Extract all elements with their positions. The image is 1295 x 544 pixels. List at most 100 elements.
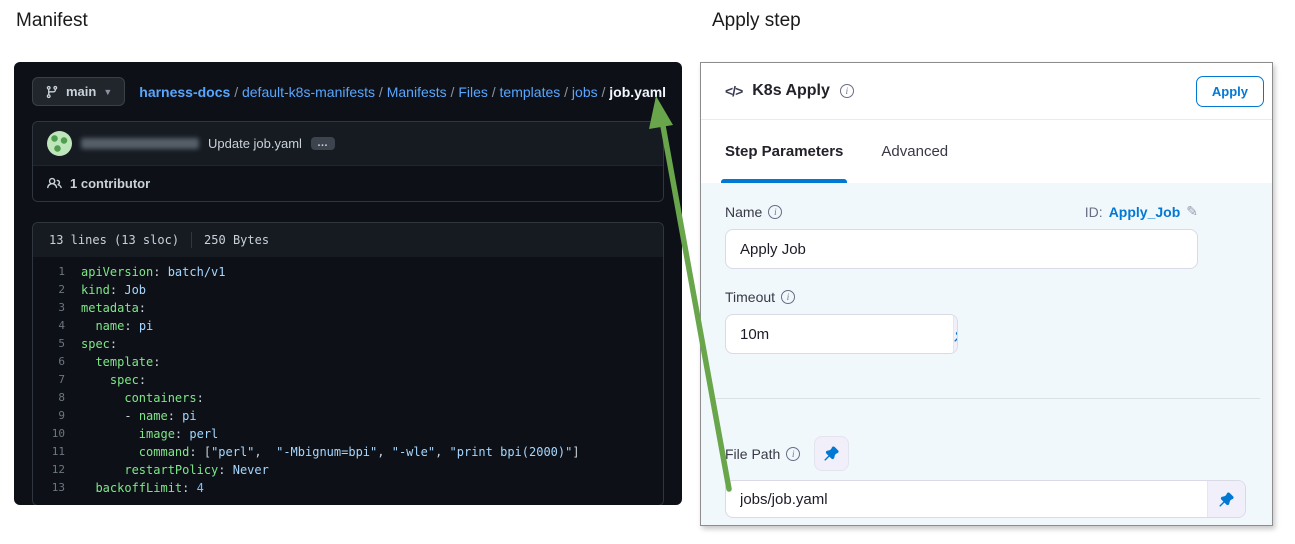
code-line-content: apiVersion: batch/v1 — [81, 263, 226, 281]
code-token: : — [153, 355, 160, 369]
code-token: backoffLimit — [95, 481, 182, 495]
code-token: : — [218, 463, 232, 477]
apply-changes-button[interactable]: Apply — [1196, 76, 1264, 107]
tab-advanced[interactable]: Advanced — [881, 120, 948, 183]
breadcrumb-segment-link[interactable]: jobs — [572, 84, 598, 100]
line-number: 11 — [33, 443, 81, 461]
code-line-content: image: perl — [81, 425, 218, 443]
latest-commit-box: Update job.yaml … 1 contributor — [32, 121, 664, 202]
edit-id-pencil-icon[interactable]: ✎ — [1186, 203, 1198, 220]
id-value-link[interactable]: Apply_Job — [1109, 204, 1181, 220]
code-token: , — [377, 445, 391, 459]
code-line-content: containers: — [81, 389, 204, 407]
commit-message[interactable]: Update job.yaml — [208, 136, 302, 151]
file-path-info-icon[interactable]: i — [786, 447, 800, 461]
code-token: : — [110, 337, 117, 351]
code-token: kind — [81, 283, 110, 297]
step-header: </> K8s Apply i Apply — [701, 63, 1272, 120]
code-line: 13 backoffLimit: 4 — [33, 479, 663, 497]
step-tabs: Step Parameters Advanced — [701, 120, 1272, 183]
breadcrumb-segment-link[interactable]: Manifests — [387, 84, 447, 100]
code-token: : — [197, 391, 204, 405]
line-number: 10 — [33, 425, 81, 443]
chevron-down-icon: ▼ — [103, 87, 112, 97]
breadcrumb-separator: / — [488, 84, 500, 100]
git-branch-icon — [45, 85, 59, 99]
manifest-section-title: Manifest — [16, 10, 88, 32]
code-line-content: backoffLimit: 4 — [81, 479, 204, 497]
breadcrumb-segment-link[interactable]: templates — [500, 84, 561, 100]
code-line: 5spec: — [33, 335, 663, 353]
code-line-content: kind: Job — [81, 281, 146, 299]
people-icon — [47, 176, 62, 191]
code-token: "print bpi(2000)" — [450, 445, 573, 459]
code-token: "-Mbignum=bpi" — [276, 445, 377, 459]
name-info-icon[interactable]: i — [768, 205, 782, 219]
code-token: : — [139, 301, 146, 315]
name-input[interactable] — [726, 230, 1197, 268]
code-token: template — [95, 355, 153, 369]
line-number: 4 — [33, 317, 81, 335]
breadcrumb-separator: / — [560, 84, 572, 100]
contributors-row[interactable]: 1 contributor — [33, 165, 663, 201]
code-token: : — [110, 283, 124, 297]
file-path-pin-button[interactable] — [814, 436, 849, 471]
name-label: Name — [725, 204, 762, 220]
tab-step-parameters[interactable]: Step Parameters — [725, 120, 843, 183]
timeout-input[interactable] — [726, 315, 953, 353]
code-token: batch/v1 — [168, 265, 226, 279]
line-number: 8 — [33, 389, 81, 407]
github-top-row: main ▼ harness-docs / default-k8s-manife… — [32, 77, 664, 106]
line-number: 12 — [33, 461, 81, 479]
code-line-content: template: — [81, 353, 160, 371]
file-path-label-group: File Path i — [725, 446, 800, 462]
code-line: 10 image: perl — [33, 425, 663, 443]
redacted-username — [81, 138, 199, 149]
breadcrumb-segment-link[interactable]: default-k8s-manifests — [242, 84, 375, 100]
timeout-pin-button[interactable] — [953, 315, 958, 353]
code-line-content: spec: — [81, 335, 117, 353]
section-divider — [713, 398, 1260, 399]
file-path-label: File Path — [725, 446, 780, 462]
info-icon[interactable]: i — [840, 84, 854, 98]
code-line: 3metadata: — [33, 299, 663, 317]
code-line: 1apiVersion: batch/v1 — [33, 263, 663, 281]
code-token: restartPolicy — [124, 463, 218, 477]
contributors-label: 1 contributor — [70, 176, 150, 191]
file-lines-count: 13 lines (13 sloc) — [49, 233, 179, 247]
step-parameters-body: Name i ID: Apply_Job ✎ Timeout i — [701, 183, 1272, 526]
file-path-input[interactable] — [726, 481, 1207, 517]
line-number: 1 — [33, 263, 81, 281]
breadcrumb-repo-link[interactable]: harness-docs — [139, 84, 230, 100]
line-number: 6 — [33, 353, 81, 371]
breadcrumb-separator: / — [230, 84, 242, 100]
commit-row: Update job.yaml … — [33, 122, 663, 165]
file-path-input-pin-button[interactable] — [1207, 481, 1245, 517]
file-path-label-row: File Path i — [725, 436, 1248, 471]
code-line: 9 - name: pi — [33, 407, 663, 425]
code-line-content: - name: pi — [81, 407, 197, 425]
breadcrumb-segment-link[interactable]: Files — [458, 84, 488, 100]
breadcrumb-separator: / — [375, 84, 387, 100]
code-token: : — [168, 409, 182, 423]
breadcrumb-current-file: job.yaml — [609, 84, 666, 100]
commit-more-button[interactable]: … — [311, 137, 335, 150]
code-token: name — [139, 409, 168, 423]
file-meta-bar: 13 lines (13 sloc) 250 Bytes — [33, 223, 663, 257]
github-file-panel: main ▼ harness-docs / default-k8s-manife… — [14, 62, 682, 505]
line-number: 9 — [33, 407, 81, 425]
breadcrumb: harness-docs / default-k8s-manifests / M… — [139, 84, 666, 100]
code-token: spec — [81, 337, 110, 351]
code-line: 7 spec: — [33, 371, 663, 389]
code-line-content: name: pi — [81, 317, 153, 335]
code-token: containers — [124, 391, 196, 405]
timeout-info-icon[interactable]: i — [781, 290, 795, 304]
code-viewer[interactable]: 1apiVersion: batch/v12kind: Job3metadata… — [33, 257, 663, 505]
code-token: perl — [189, 427, 218, 441]
code-line: 12 restartPolicy: Never — [33, 461, 663, 479]
branch-selector-button[interactable]: main ▼ — [32, 77, 125, 106]
code-token: "perl" — [211, 445, 254, 459]
avatar[interactable] — [47, 131, 72, 156]
code-token: metadata — [81, 301, 139, 315]
code-token: name — [95, 319, 124, 333]
